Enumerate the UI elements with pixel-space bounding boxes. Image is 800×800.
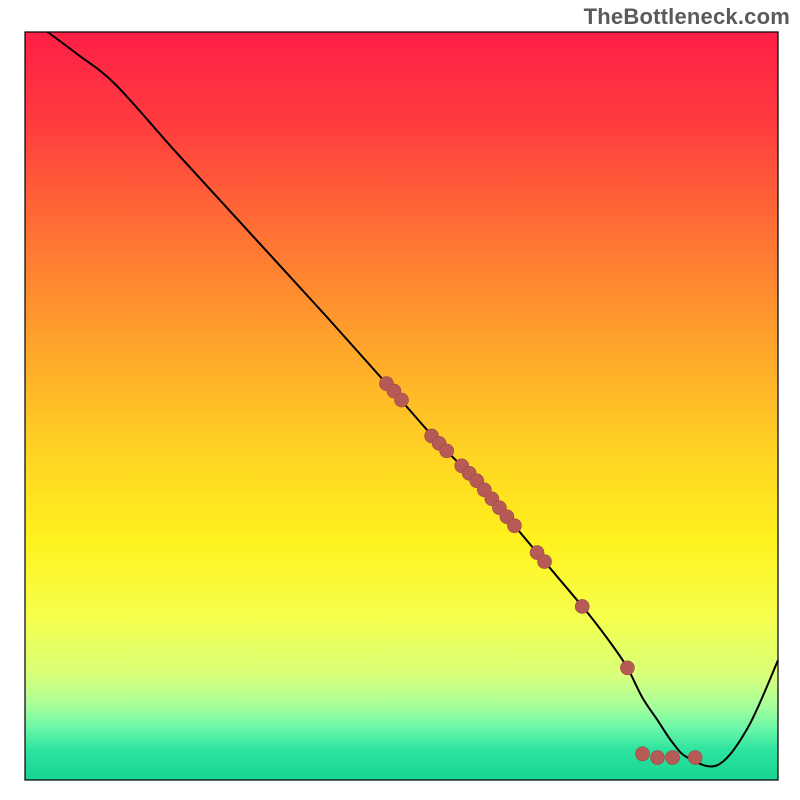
data-point [440, 444, 454, 458]
data-point [395, 393, 409, 407]
data-point [666, 751, 680, 765]
data-point [575, 599, 589, 613]
data-point [620, 661, 634, 675]
data-point [507, 519, 521, 533]
data-point [635, 747, 649, 761]
data-point [651, 751, 665, 765]
watermark-text: TheBottleneck.com [584, 4, 790, 30]
data-point [538, 555, 552, 569]
chart-svg [0, 0, 800, 800]
chart-stage: TheBottleneck.com [0, 0, 800, 800]
data-point [688, 751, 702, 765]
